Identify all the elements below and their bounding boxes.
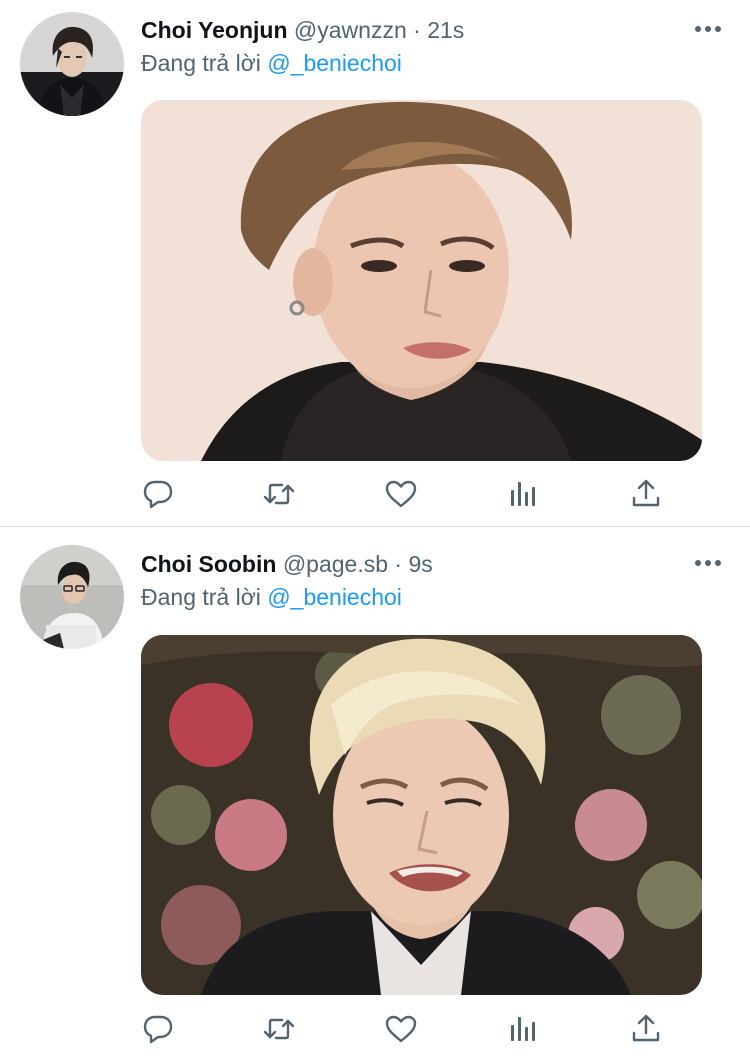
display-name[interactable]: Choi Soobin	[141, 551, 276, 577]
analytics-icon[interactable]	[507, 478, 541, 510]
tweet-header: Choi Yeonjun @yawnzzn · 21s	[141, 14, 464, 46]
replying-to-label: Đang trả lời	[141, 50, 261, 76]
like-icon[interactable]	[384, 478, 418, 510]
separator-dot: ·	[394, 551, 403, 577]
tweet-header: Choi Soobin @page.sb · 9s	[141, 548, 433, 580]
replying-to: Đang trả lời @_beniechoi	[141, 47, 402, 79]
user-avatar[interactable]	[20, 12, 124, 116]
user-handle[interactable]: @page.sb	[283, 551, 388, 577]
replying-to: Đang trả lời @_beniechoi	[141, 581, 402, 613]
share-icon[interactable]	[629, 1013, 663, 1045]
tweet-image[interactable]	[141, 100, 702, 461]
reply-icon[interactable]	[141, 1013, 175, 1045]
timestamp[interactable]: 9s	[408, 551, 432, 577]
separator-dot: ·	[413, 17, 421, 43]
more-options-icon[interactable]	[694, 556, 722, 568]
retweet-icon[interactable]	[262, 1013, 296, 1045]
share-icon[interactable]	[629, 478, 663, 510]
retweet-icon[interactable]	[262, 478, 296, 510]
tweet-actions	[141, 1009, 702, 1049]
like-icon[interactable]	[384, 1013, 418, 1045]
more-options-icon[interactable]	[694, 22, 722, 34]
tweet[interactable]: Choi Soobin @page.sb · 9s Đang trả lời @…	[0, 528, 750, 1056]
mention-link[interactable]: @_beniechoi	[267, 584, 402, 610]
tweet[interactable]: Choi Yeonjun @yawnzzn · 21s Đang trả lời…	[0, 0, 750, 527]
tweet-actions	[141, 474, 702, 514]
tweet-image[interactable]	[141, 635, 702, 995]
user-handle[interactable]: @yawnzzn	[294, 17, 407, 43]
tweet-divider	[0, 526, 750, 527]
analytics-icon[interactable]	[507, 1013, 541, 1045]
mention-link[interactable]: @_beniechoi	[267, 50, 402, 76]
display-name[interactable]: Choi Yeonjun	[141, 17, 288, 43]
reply-icon[interactable]	[141, 478, 175, 510]
user-avatar[interactable]	[20, 545, 124, 649]
timestamp[interactable]: 21s	[427, 17, 464, 43]
replying-to-label: Đang trả lời	[141, 584, 261, 610]
